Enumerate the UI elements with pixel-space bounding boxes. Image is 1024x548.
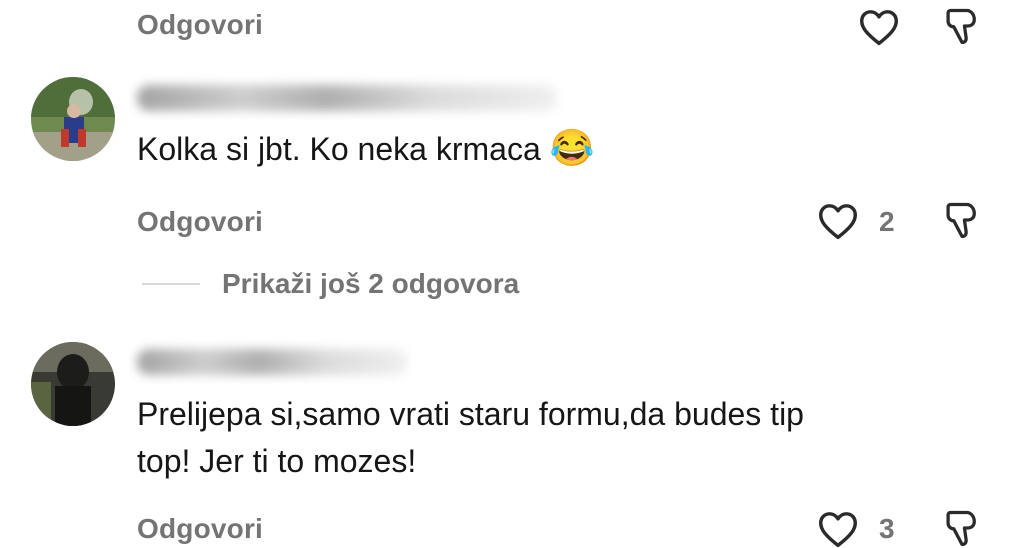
like-count: 3 <box>879 513 895 544</box>
heart-icon[interactable] <box>817 202 859 240</box>
comment-text: Prelijepa si,samo vrati staru formu,da b… <box>137 391 804 485</box>
reply-button[interactable]: Odgovori <box>137 513 263 545</box>
thumbs-down-icon[interactable] <box>944 6 980 46</box>
reply-button[interactable]: Odgovori <box>137 9 263 41</box>
username-blurred[interactable] <box>137 349 407 375</box>
show-more-replies-link[interactable]: Prikaži još 2 odgovora <box>222 268 519 300</box>
avatar[interactable] <box>31 77 115 161</box>
laughing-emoji: 😂 <box>549 127 595 168</box>
like-count: 2 <box>879 206 895 237</box>
divider-line <box>142 283 200 285</box>
username-blurred[interactable] <box>137 85 557 111</box>
comment-text: Kolka si jbt. Ko neka krmaca 😂 <box>137 127 595 168</box>
avatar[interactable] <box>31 342 115 426</box>
thumbs-down-icon[interactable] <box>944 508 980 548</box>
comment-text-line: top! Jer ti to mozes! <box>137 443 417 479</box>
thumbs-down-icon[interactable] <box>944 200 980 240</box>
heart-icon[interactable] <box>817 510 859 548</box>
comment-text-line: Prelijepa si,samo vrati staru formu,da b… <box>137 396 804 432</box>
heart-icon[interactable] <box>858 8 900 46</box>
reply-button[interactable]: Odgovori <box>137 206 263 238</box>
